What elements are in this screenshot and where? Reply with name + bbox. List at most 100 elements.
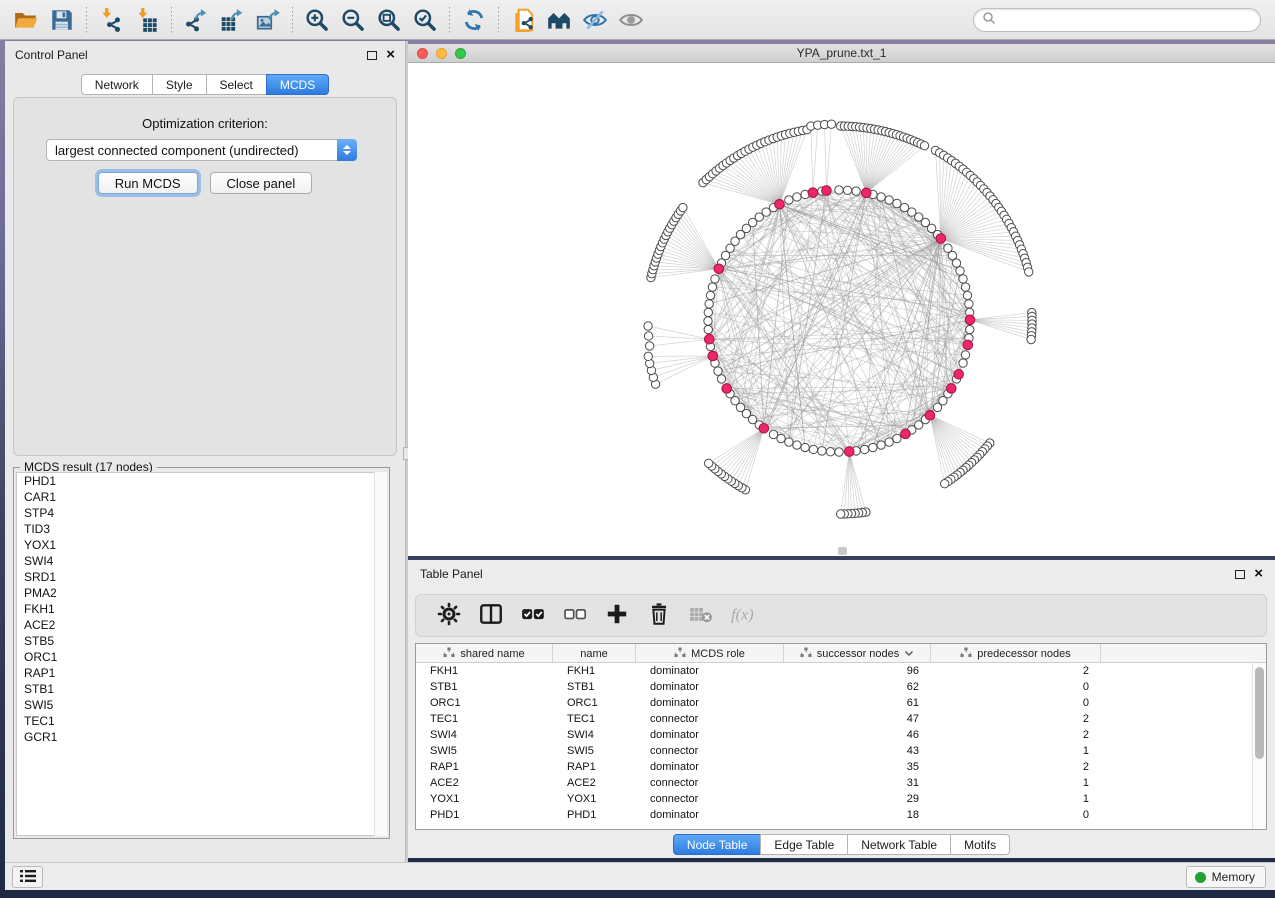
network-node[interactable] [1027,335,1035,343]
network-node[interactable] [785,196,793,204]
network-node[interactable] [769,430,777,438]
network-hub-node[interactable] [901,429,911,439]
table-row[interactable]: SWI5SWI5connector431 [416,743,1252,759]
network-node[interactable] [920,142,928,150]
table-cell[interactable]: connector [636,791,784,807]
network-node[interactable] [785,438,793,446]
network-node[interactable] [948,251,956,259]
network-node[interactable] [961,283,969,291]
table-cell[interactable]: 1 [931,791,1101,807]
network-hub-node[interactable] [936,234,946,244]
tab-network[interactable]: Network [81,74,153,95]
table-row[interactable]: TEC1TEC1connector472 [416,711,1252,727]
table-cell[interactable]: FKH1 [416,663,553,679]
table-cell[interactable]: 2 [931,727,1101,743]
mcds-result-item[interactable]: SRD1 [17,569,386,585]
network-node[interactable] [966,325,974,333]
network-node[interactable] [705,300,713,308]
table-scrollbar-thumb[interactable] [1255,667,1264,759]
network-node[interactable] [877,441,885,449]
network-hub-node[interactable] [822,186,832,196]
network-hub-node[interactable] [954,369,964,379]
table-cell[interactable]: ACE2 [416,775,553,791]
network-node[interactable] [860,445,868,453]
add-column-button[interactable] [598,599,636,633]
mcds-result-item[interactable]: ORC1 [17,649,386,665]
tab-style[interactable]: Style [152,74,207,95]
mcds-result-item[interactable]: PMA2 [17,585,386,601]
window-close-icon[interactable] [417,48,428,59]
deselect-all-button[interactable] [556,599,594,633]
table-cell[interactable]: 2 [931,759,1101,775]
table-cell[interactable]: 2 [931,663,1101,679]
column-header-successor-nodes[interactable]: successor nodes [784,644,931,663]
network-node[interactable] [965,300,973,308]
network-node[interactable] [826,448,834,456]
zoom-out-button[interactable] [335,4,371,36]
network-canvas[interactable] [408,63,1275,556]
table-cell[interactable]: STB1 [416,679,553,695]
table-cell[interactable]: connector [636,711,784,727]
table-cell[interactable]: TEC1 [553,711,636,727]
network-hub-node[interactable] [714,264,724,274]
table-cell[interactable]: connector [636,775,784,791]
export-table-button[interactable] [214,4,250,36]
table-cell[interactable]: SWI5 [553,743,636,759]
network-hub-node[interactable] [722,384,732,394]
table-cell[interactable]: 0 [931,695,1101,711]
table-tab-edge-table[interactable]: Edge Table [760,834,848,855]
network-node[interactable] [956,267,964,275]
hide-selected-button[interactable] [577,4,613,36]
network-node[interactable] [827,120,835,128]
table-cell[interactable]: RAP1 [416,759,553,775]
table-cell[interactable]: ACE2 [553,775,636,791]
table-cell[interactable]: 0 [931,679,1101,695]
table-tab-motifs[interactable]: Motifs [950,834,1010,855]
table-cell[interactable]: YOX1 [553,791,636,807]
network-node[interactable] [933,403,941,411]
table-row[interactable]: RAP1RAP1dominator352 [416,759,1252,775]
table-tab-node-table[interactable]: Node Table [673,834,762,855]
tab-select[interactable]: Select [206,74,267,95]
table-tab-network-table[interactable]: Network Table [847,834,951,855]
select-all-button[interactable] [514,599,552,633]
mcds-result-item[interactable]: STP4 [17,505,386,521]
mcds-result-item[interactable]: FKH1 [17,601,386,617]
network-node[interactable] [959,359,967,367]
table-cell[interactable]: TEC1 [416,711,553,727]
task-history-button[interactable] [12,866,43,888]
network-node[interactable] [959,275,967,283]
table-cell[interactable]: SWI4 [416,727,553,743]
table-cell[interactable]: 18 [784,807,931,823]
column-header-MCDS-role[interactable]: MCDS role [636,644,784,663]
float-window-icon[interactable] [367,51,377,60]
table-cell[interactable]: 43 [784,743,931,759]
window-minimize-icon[interactable] [436,48,447,59]
mcds-result-item[interactable]: GCR1 [17,729,386,745]
network-node[interactable] [836,510,844,518]
network-node[interactable] [711,275,719,283]
table-row[interactable]: ORC1ORC1dominator610 [416,695,1252,711]
zoom-in-button[interactable] [299,4,335,36]
network-node[interactable] [963,291,971,299]
table-cell[interactable]: 0 [931,807,1101,823]
close-panel-button[interactable]: Close panel [210,172,313,194]
export-image-button[interactable] [250,4,286,36]
table-cell[interactable]: 96 [784,663,931,679]
network-node[interactable] [714,367,722,375]
network-node[interactable] [1025,268,1033,276]
network-node[interactable] [793,193,801,201]
table-row[interactable]: FKH1FKH1dominator962 [416,663,1252,679]
table-cell[interactable]: 47 [784,711,931,727]
network-node[interactable] [793,441,801,449]
table-cell[interactable]: FKH1 [553,663,636,679]
network-node[interactable] [644,352,652,360]
column-header-name[interactable]: name [553,644,636,663]
table-cell[interactable]: 31 [784,775,931,791]
table-cell[interactable]: SWI5 [416,743,553,759]
network-hub-node[interactable] [808,188,818,198]
network-node[interactable] [644,332,652,340]
close-panel-icon[interactable]: × [386,50,395,60]
network-node[interactable] [704,459,712,467]
table-cell[interactable]: dominator [636,695,784,711]
